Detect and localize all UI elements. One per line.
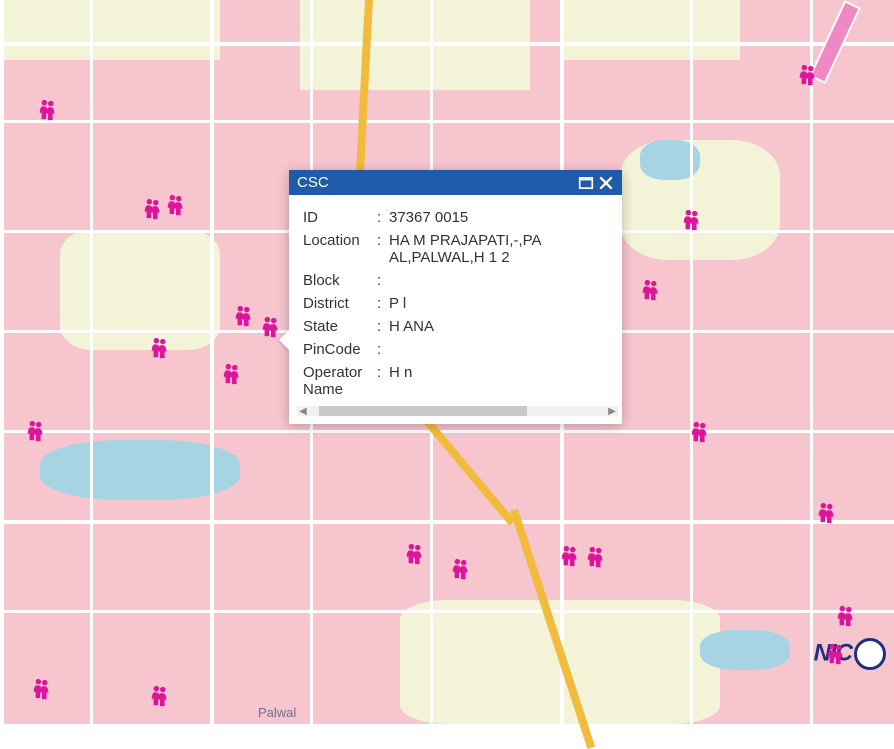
- row-district: District : P l: [303, 295, 612, 312]
- label-id: ID: [303, 209, 377, 226]
- value-district: P l: [389, 295, 612, 312]
- label-state: State: [303, 318, 377, 335]
- row-block: Block :: [303, 272, 612, 289]
- value-state: H ANA: [389, 318, 612, 335]
- value-location: HA M PRAJAPATI,-,PA AL,PALWAL,H 1 2: [389, 232, 612, 266]
- label-district: District: [303, 295, 377, 312]
- nic-logo: NIC: [814, 638, 886, 670]
- row-state: State : H ANA: [303, 318, 612, 335]
- scroll-left-icon[interactable]: ◀: [297, 406, 309, 417]
- row-pincode: PinCode :: [303, 341, 612, 358]
- label-location: Location: [303, 232, 377, 249]
- popup-title: CSC: [297, 174, 574, 191]
- label-operator: Operator Name: [303, 364, 377, 398]
- popup-body: ID : 37367 0015 Location : HA M PRAJAPAT…: [289, 195, 622, 424]
- map-place-label: Palwal: [258, 705, 296, 720]
- popup-horizontal-scrollbar[interactable]: ◀ ▶: [297, 406, 618, 416]
- popup-pointer: [279, 330, 289, 350]
- value-id: 37367 0015: [389, 209, 612, 226]
- scroll-thumb[interactable]: [319, 406, 527, 416]
- csc-info-popup: CSC ID : 37367 0015 Location : HA M PRAJ…: [289, 170, 622, 424]
- popup-header[interactable]: CSC: [289, 170, 622, 195]
- label-pincode: PinCode: [303, 341, 377, 358]
- row-location: Location : HA M PRAJAPATI,-,PA AL,PALWAL…: [303, 232, 612, 266]
- row-id: ID : 37367 0015: [303, 209, 612, 226]
- scroll-right-icon[interactable]: ▶: [606, 406, 618, 417]
- row-operator: Operator Name : H n: [303, 364, 612, 398]
- scroll-track[interactable]: [309, 406, 606, 416]
- label-block: Block: [303, 272, 377, 289]
- close-icon[interactable]: [598, 175, 614, 191]
- maximize-icon[interactable]: [578, 175, 594, 191]
- value-operator: H n: [389, 364, 612, 381]
